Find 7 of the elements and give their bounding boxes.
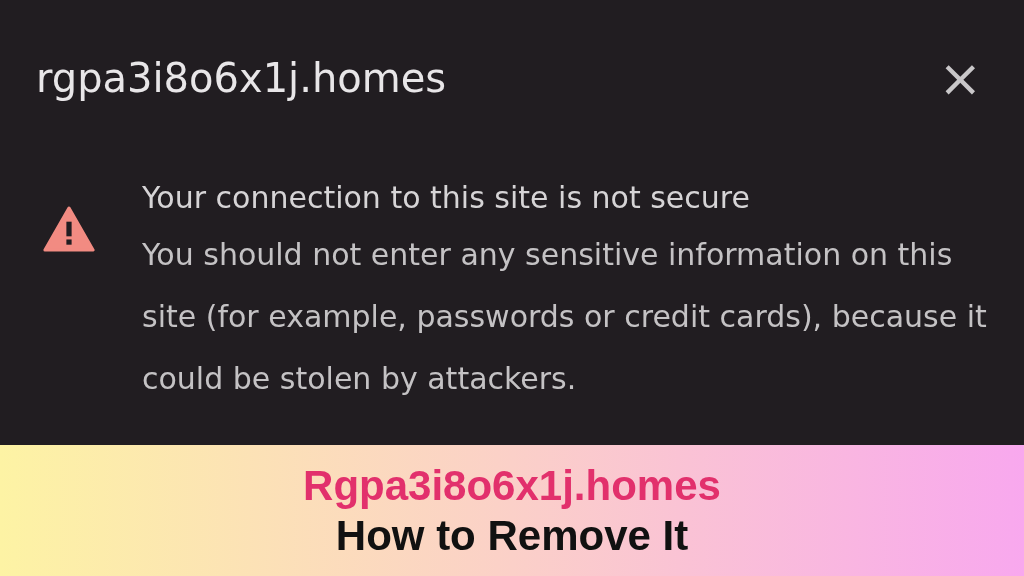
close-button[interactable]: × — [934, 52, 986, 104]
banner-subtitle: How to Remove It — [335, 510, 689, 561]
warning-message: You should not enter any sensitive information on this site (for example, passwords or credit cards), because it could be stolen by attackers. — [142, 236, 988, 398]
warning-heading: Your connection to this site is not secure — [142, 179, 751, 217]
banner-title: Rgpa3i8o6x1j.homes — [303, 460, 721, 511]
warning-icon — [42, 206, 96, 252]
dialog-title: rgpa3i8o6x1j.homes — [36, 55, 447, 101]
